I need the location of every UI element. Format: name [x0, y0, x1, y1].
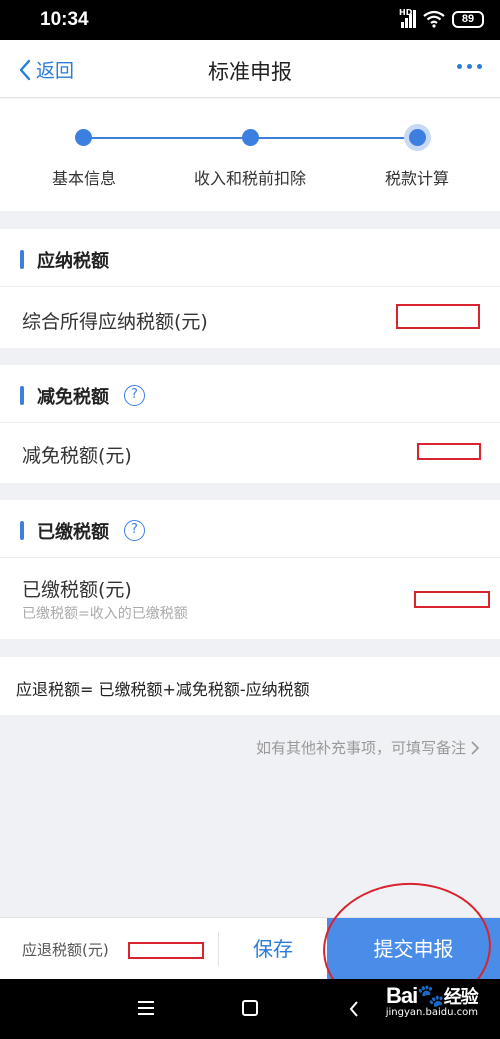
step-label: 税款计算 — [384, 169, 450, 188]
section-header: 减免税额 ? — [0, 365, 500, 423]
section-marker — [20, 386, 24, 405]
watermark-logo: Bai🐾经验 — [386, 983, 479, 1008]
paid-tax-label: 已缴税额(元) — [22, 579, 132, 601]
battery-icon: 89 — [452, 10, 484, 28]
section-marker — [20, 250, 24, 269]
paid-tax-hint: 已缴税额=收入的已缴税额 — [22, 606, 188, 622]
refund-amount-label: 应退税额(元) — [22, 941, 109, 959]
redaction-box — [414, 591, 490, 608]
signal-icon: HD — [399, 8, 416, 28]
help-icon[interactable]: ? — [124, 520, 145, 541]
payable-tax-label: 综合所得应纳税额(元) — [22, 311, 208, 333]
refund-formula: 应退税额= 已缴税额+减免税额-应纳税额 — [16, 680, 310, 699]
wifi-icon — [423, 10, 445, 28]
help-icon[interactable]: ? — [124, 385, 145, 406]
submit-button[interactable]: 提交申报 — [327, 918, 500, 980]
remark-link[interactable]: 如有其他补充事项，可填写备注 — [256, 737, 480, 758]
nav-bar: 返回 标准申报 — [0, 40, 500, 98]
step-dot — [75, 129, 92, 146]
home-icon[interactable] — [242, 1000, 258, 1016]
menu-icon[interactable] — [138, 1001, 154, 1015]
section-header: 已缴税额 ? — [0, 500, 500, 558]
watermark: Bai🐾经验 jingyan.baidu.com — [385, 983, 479, 1018]
section-title: 减免税额 — [37, 387, 109, 408]
redaction-box — [396, 304, 480, 329]
save-button[interactable]: 保存 — [219, 918, 327, 980]
step-label: 收入和税前扣除 — [193, 169, 307, 188]
bottom-action-bar: 应退税额(元) 保存 提交申报 — [0, 917, 500, 980]
section-marker — [20, 521, 24, 540]
progress-stepper: 基本信息 收入和税前扣除 税款计算 — [0, 99, 500, 211]
step-connector — [84, 137, 250, 139]
watermark-url: jingyan.baidu.com — [385, 1007, 478, 1018]
status-time: 10:34 — [40, 9, 89, 30]
remark-link-label: 如有其他补充事项，可填写备注 — [255, 739, 466, 757]
redaction-box — [128, 942, 204, 959]
page-title: 标准申报 — [208, 60, 292, 84]
section-title: 应纳税额 — [37, 251, 109, 272]
more-icon[interactable] — [457, 64, 482, 69]
tax-reduction-label: 减免税额(元) — [22, 445, 132, 467]
paid-tax-section: 已缴税额 ? 已缴税额(元) 已缴税额=收入的已缴税额 — [0, 500, 500, 639]
status-bar: 10:34 HD 89 — [0, 0, 500, 40]
step-label: 基本信息 — [51, 169, 117, 188]
step-connector — [250, 137, 417, 139]
section-title: 已缴税额 — [37, 522, 109, 543]
formula-row: 应退税额= 已缴税额+减免税额-应纳税额 — [0, 657, 500, 715]
payable-tax-section: 应纳税额 综合所得应纳税额(元) — [0, 229, 500, 348]
step-dot — [242, 129, 259, 146]
tax-reduction-section: 减免税额 ? 减免税额(元) — [0, 365, 500, 483]
status-icons: HD 89 — [399, 8, 484, 28]
hd-badge: HD — [399, 8, 413, 17]
chevron-right-icon — [471, 740, 480, 755]
redaction-box — [417, 443, 481, 460]
system-nav-bar: Bai🐾经验 jingyan.baidu.com — [0, 979, 500, 1039]
back-icon[interactable] — [348, 1000, 360, 1018]
section-header: 应纳税额 — [0, 229, 500, 287]
step-dot-current — [404, 124, 431, 151]
